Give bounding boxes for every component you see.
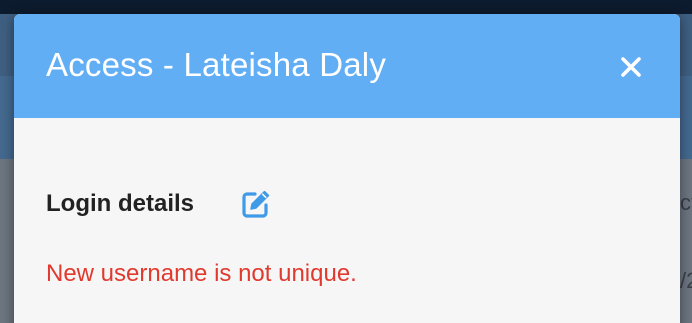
modal-title: Access - Lateisha Daly bbox=[46, 46, 387, 83]
login-details-heading: Login details bbox=[46, 190, 195, 217]
background-partial-text: /2 bbox=[680, 268, 692, 293]
edit-icon bbox=[242, 190, 270, 218]
login-details-section: Login details bbox=[46, 186, 446, 226]
close-icon bbox=[621, 57, 641, 77]
modal-header: Access - Lateisha Daly bbox=[14, 14, 680, 118]
access-modal: Access - Lateisha Daly Login details New… bbox=[14, 14, 680, 323]
background-topbar bbox=[0, 0, 692, 14]
error-message: New username is not unique. bbox=[46, 260, 357, 287]
edit-login-details-button[interactable] bbox=[238, 186, 274, 222]
background-partial-text: ct bbox=[680, 190, 692, 215]
close-button[interactable] bbox=[614, 50, 648, 84]
